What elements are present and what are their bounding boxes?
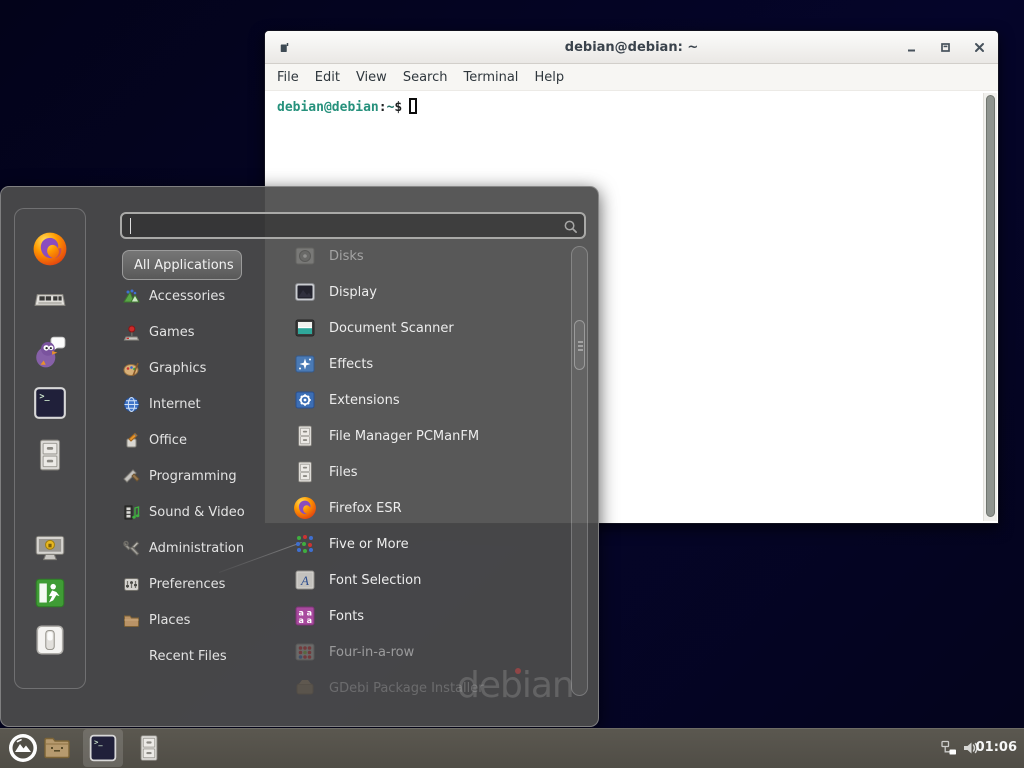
app-font-selection[interactable]: A Font Selection: [293, 562, 421, 598]
app-effects[interactable]: Effects: [293, 346, 373, 382]
display-icon: [293, 280, 317, 304]
applications-list: Disks Display Document Scanner Effects E…: [281, 244, 571, 698]
administration-icon: [123, 540, 140, 557]
clock[interactable]: 01:06: [976, 740, 1017, 755]
category-sound-video[interactable]: Sound & Video: [123, 494, 245, 530]
menu-search-box: [120, 212, 586, 239]
four-in-a-row-icon: [293, 640, 317, 664]
category-places[interactable]: Places: [123, 602, 190, 638]
category-recent-files[interactable]: Recent Files: [123, 638, 227, 674]
category-all-applications[interactable]: All Applications: [122, 250, 242, 280]
internet-icon: [123, 396, 140, 413]
scrollbar-grip: [578, 345, 583, 347]
fonts-icon: a aa a: [293, 604, 317, 628]
category-office[interactable]: Office: [123, 422, 187, 458]
category-preferences[interactable]: Preferences: [123, 566, 225, 602]
svg-text:a a: a a: [299, 616, 313, 625]
window-title: debian@debian: ~: [265, 40, 998, 55]
app-disks[interactable]: Disks: [293, 244, 364, 274]
five-or-more-icon: [293, 532, 317, 556]
file-manager-folder-icon[interactable]: [42, 733, 72, 763]
preferences-icon: [123, 576, 140, 593]
terminal-cursor: [409, 98, 417, 114]
extensions-icon: [293, 388, 317, 412]
file-cabinet-icon: [293, 424, 317, 448]
app-extensions[interactable]: Extensions: [293, 382, 400, 418]
icon-spacer: [123, 648, 140, 665]
office-icon: [123, 432, 140, 449]
svg-text:A: A: [300, 573, 309, 588]
applications-menu: debian >_: [0, 186, 599, 727]
category-graphics[interactable]: Graphics: [123, 350, 206, 386]
font-selection-icon: A: [293, 568, 317, 592]
search-caret: [130, 218, 131, 234]
apps-scrollbar[interactable]: [571, 246, 588, 696]
effects-icon: [293, 352, 317, 376]
pidgin-icon[interactable]: [32, 333, 68, 369]
shut-down-icon[interactable]: [32, 622, 68, 658]
terminal-menubar: File Edit View Search Terminal Help: [265, 64, 998, 91]
category-programming[interactable]: Programming: [123, 458, 237, 494]
app-gdebi-package-installer[interactable]: GDebi Package Installer: [293, 670, 484, 698]
games-icon: [123, 324, 140, 341]
menu-help[interactable]: Help: [526, 70, 572, 85]
search-icon: [563, 219, 578, 234]
file-cabinet-icon: [293, 460, 317, 484]
desktop: debian@debian: ~ File Edit View Search T…: [0, 0, 1024, 768]
svg-text:>_: >_: [39, 391, 50, 401]
category-internet[interactable]: Internet: [123, 386, 201, 422]
favorites-panel: >_: [14, 208, 86, 689]
firefox-icon: [293, 496, 317, 520]
disks-icon: [293, 244, 317, 268]
terminal-titlebar[interactable]: debian@debian: ~: [265, 31, 998, 64]
terminal-icon[interactable]: >_: [32, 385, 68, 421]
app-document-scanner[interactable]: Document Scanner: [293, 310, 454, 346]
category-administration[interactable]: Administration: [123, 530, 244, 566]
app-firefox-esr[interactable]: Firefox ESR: [293, 490, 402, 526]
network-icon[interactable]: [941, 740, 957, 756]
app-file-manager-pcmanfm[interactable]: File Manager PCManFM: [293, 418, 479, 454]
menu-edit[interactable]: Edit: [307, 70, 348, 85]
menu-file[interactable]: File: [269, 70, 307, 85]
lock-screen-icon[interactable]: [32, 530, 68, 566]
terminal-scrollbar-thumb[interactable]: [986, 95, 995, 517]
menu-button-icon[interactable]: [8, 733, 38, 763]
app-four-in-a-row[interactable]: Four-in-a-row: [293, 634, 414, 670]
menu-search[interactable]: Search: [395, 70, 456, 85]
window-controls: [905, 31, 986, 64]
app-five-or-more[interactable]: Five or More: [293, 526, 409, 562]
file-cabinet-taskbar-icon[interactable]: [134, 733, 164, 763]
keyboard-mixer-icon[interactable]: [32, 282, 68, 318]
graphics-icon: [123, 360, 140, 377]
category-accessories[interactable]: Accessories: [123, 278, 225, 314]
app-display[interactable]: Display: [293, 274, 377, 310]
firefox-icon[interactable]: [32, 231, 68, 267]
accessories-icon: [123, 288, 140, 305]
category-games[interactable]: Games: [123, 314, 194, 350]
shell-prompt: debian@debian:~$: [277, 98, 417, 115]
file-cabinet-icon[interactable]: [32, 437, 68, 473]
log-out-icon[interactable]: [32, 575, 68, 611]
places-icon: [123, 612, 140, 629]
menu-terminal[interactable]: Terminal: [455, 70, 526, 85]
app-fonts[interactable]: a aa a Fonts: [293, 598, 364, 634]
programming-icon: [123, 468, 140, 485]
terminal-mini-icon: [280, 41, 289, 54]
maximize-icon[interactable]: [939, 41, 952, 54]
sound-video-icon: [123, 504, 140, 521]
document-scanner-icon: [293, 316, 317, 340]
close-icon[interactable]: [973, 41, 986, 54]
search-input[interactable]: [131, 216, 551, 235]
terminal-scrollbar[interactable]: [983, 93, 997, 521]
gdebi-icon: [293, 676, 317, 698]
svg-text:>_: >_: [94, 737, 103, 746]
taskbar: >_ 01:06: [0, 728, 1024, 768]
prompt-user-host: debian@debian: [277, 100, 379, 115]
menu-view[interactable]: View: [348, 70, 395, 85]
apps-scrollbar-thumb[interactable]: [574, 320, 585, 370]
terminal-taskbar-icon[interactable]: >_: [88, 733, 118, 763]
minimize-icon[interactable]: [905, 41, 918, 54]
app-files[interactable]: Files: [293, 454, 358, 490]
